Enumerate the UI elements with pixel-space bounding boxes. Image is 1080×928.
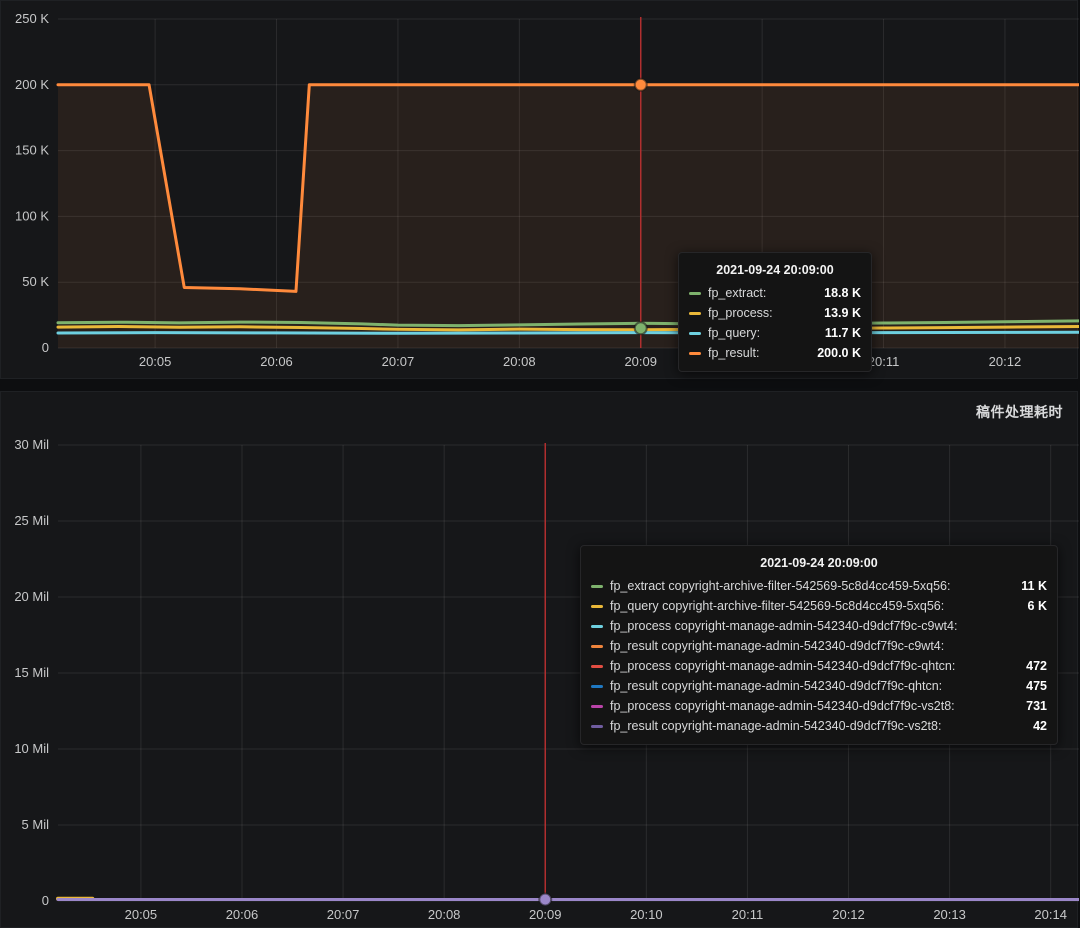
x-axis-tick-label: 20:06 <box>260 354 293 369</box>
series-value: 200.0 K <box>817 346 861 360</box>
y-axis-tick-label: 30 Mil <box>14 437 49 452</box>
x-axis-tick-label: 20:08 <box>503 354 536 369</box>
series-color-icon <box>591 684 603 688</box>
y-axis-tick-label: 0 <box>42 340 49 355</box>
tooltip-series-row: fp_result: 200.0 K <box>689 343 861 363</box>
tooltip-series-row: fp_process copyright-manage-admin-542340… <box>591 616 1047 636</box>
series-value: 11 K <box>1021 579 1047 593</box>
y-axis-tick-label: 5 Mil <box>22 817 50 832</box>
x-axis-tick-label: 20:11 <box>732 907 764 922</box>
tooltip-series-row: fp_result copyright-manage-admin-542340-… <box>591 716 1047 736</box>
series-color-icon <box>689 351 701 355</box>
series-color-icon <box>591 604 603 608</box>
series-label: fp_extract: <box>708 286 767 300</box>
y-axis-tick-label: 50 K <box>22 274 49 289</box>
series-label: fp_result copyright-manage-admin-542340-… <box>610 639 945 653</box>
series-label: fp_process copyright-manage-admin-542340… <box>610 699 955 713</box>
y-axis-tick-label: 150 K <box>15 143 49 158</box>
tooltip-series-row: fp_query: 11.7 K <box>689 323 861 343</box>
x-axis-tick-label: 20:14 <box>1034 907 1067 922</box>
x-axis-tick-label: 20:10 <box>630 907 663 922</box>
panel-top-graph: 0 50 K 100 K 150 K 200 K 250 K 20:05 20:06 20:07… <box>0 0 1079 379</box>
tooltip-series-row: fp_process copyright-manage-admin-542340… <box>591 696 1047 716</box>
y-axis-tick-label: 25 Mil <box>14 513 49 528</box>
series-label: fp_process copyright-manage-admin-542340… <box>610 619 958 633</box>
x-axis-tick-label: 20:11 <box>868 354 900 369</box>
panel-title[interactable]: 稿件处理耗时 <box>976 402 1063 422</box>
series-value: 6 K <box>1027 599 1047 613</box>
series-color-icon <box>689 291 701 295</box>
series-color-icon <box>689 311 701 315</box>
dashboard: 0 50 K 100 K 150 K 200 K 250 K 20:05 20:06 20:07… <box>0 0 1080 928</box>
series-label: fp_query: <box>708 326 761 340</box>
series-label: fp_result: <box>708 346 760 360</box>
y-axis-tick-label: 15 Mil <box>14 665 49 680</box>
series-value: 13.9 K <box>824 306 861 320</box>
x-axis-tick-label: 20:09 <box>624 354 657 369</box>
y-axis-tick-label: 200 K <box>15 77 49 92</box>
y-axis-tick-label: 10 Mil <box>14 741 49 756</box>
x-axis-tick-label: 20:09 <box>529 907 562 922</box>
series-value: 731 <box>1026 699 1047 713</box>
timeseries-chart-top[interactable]: 0 50 K 100 K 150 K 200 K 250 K 20:05 20:06 20:07… <box>1 1 1079 378</box>
tooltip-series-row: fp_result copyright-manage-admin-542340-… <box>591 676 1047 696</box>
x-axis-tick-label: 20:07 <box>327 907 360 922</box>
y-axis-tick-label: 0 <box>42 893 49 908</box>
y-axis-tick-label: 100 K <box>15 208 49 223</box>
series-color-icon <box>591 664 603 668</box>
x-axis-tick-label: 20:05 <box>125 907 158 922</box>
graph-tooltip-top: 2021-09-24 20:09:00 fp_extract: 18.8 K fp_p… <box>678 252 872 372</box>
hover-point-marker <box>633 77 648 92</box>
hover-point-marker <box>633 321 648 336</box>
graph-tooltip-bottom: 2021-09-24 20:09:00 fp_extract copyright-… <box>580 545 1058 745</box>
series-label: fp_query copyright-archive-filter-542569… <box>610 599 945 613</box>
series-line <box>56 330 1079 335</box>
tooltip-series-row: fp_extract copyright-archive-filter-5425… <box>591 576 1047 596</box>
tooltip-series-row: fp_query copyright-archive-filter-542569… <box>591 596 1047 616</box>
tooltip-series-row: fp_process: 13.9 K <box>689 303 861 323</box>
y-axis-tick-label: 20 Mil <box>14 589 49 604</box>
tooltip-series-row: fp_process copyright-manage-admin-542340… <box>591 656 1047 676</box>
series-color-icon <box>689 331 701 335</box>
series-color-icon <box>591 584 603 588</box>
x-axis-tick-label: 20:12 <box>989 354 1022 369</box>
series-color-icon <box>591 624 603 628</box>
series-value: 42 <box>1033 719 1047 733</box>
x-axis-tick-label: 20:08 <box>428 907 461 922</box>
series-color-icon <box>591 704 603 708</box>
series-value: 18.8 K <box>824 286 861 300</box>
x-axis-tick-label: 20:05 <box>139 354 172 369</box>
series-value: 475 <box>1026 679 1047 693</box>
series-label: fp_process: <box>708 306 773 320</box>
series-color-icon <box>591 644 603 648</box>
tooltip-timestamp: 2021-09-24 20:09:00 <box>760 556 878 570</box>
tooltip-series-row: fp_result copyright-manage-admin-542340-… <box>591 636 1047 656</box>
tooltip-series-row: fp_extract: 18.8 K <box>689 283 861 303</box>
series-label: fp_process copyright-manage-admin-542340… <box>610 659 956 673</box>
x-axis-tick-label: 20:12 <box>832 907 865 922</box>
series-color-icon <box>591 724 603 728</box>
series-label: fp_result copyright-manage-admin-542340-… <box>610 679 943 693</box>
series-label: fp_extract copyright-archive-filter-5425… <box>610 579 951 593</box>
y-axis-tick-label: 250 K <box>15 11 49 26</box>
hover-point-marker <box>538 892 553 907</box>
x-axis-tick-label: 20:13 <box>933 907 966 922</box>
x-axis-tick-label: 20:07 <box>382 354 415 369</box>
series-value: 11.7 K <box>824 326 861 340</box>
x-axis-tick-label: 20:06 <box>226 907 259 922</box>
tooltip-timestamp: 2021-09-24 20:09:00 <box>716 263 834 277</box>
series-value: 472 <box>1026 659 1047 673</box>
series-label: fp_result copyright-manage-admin-542340-… <box>610 719 942 733</box>
